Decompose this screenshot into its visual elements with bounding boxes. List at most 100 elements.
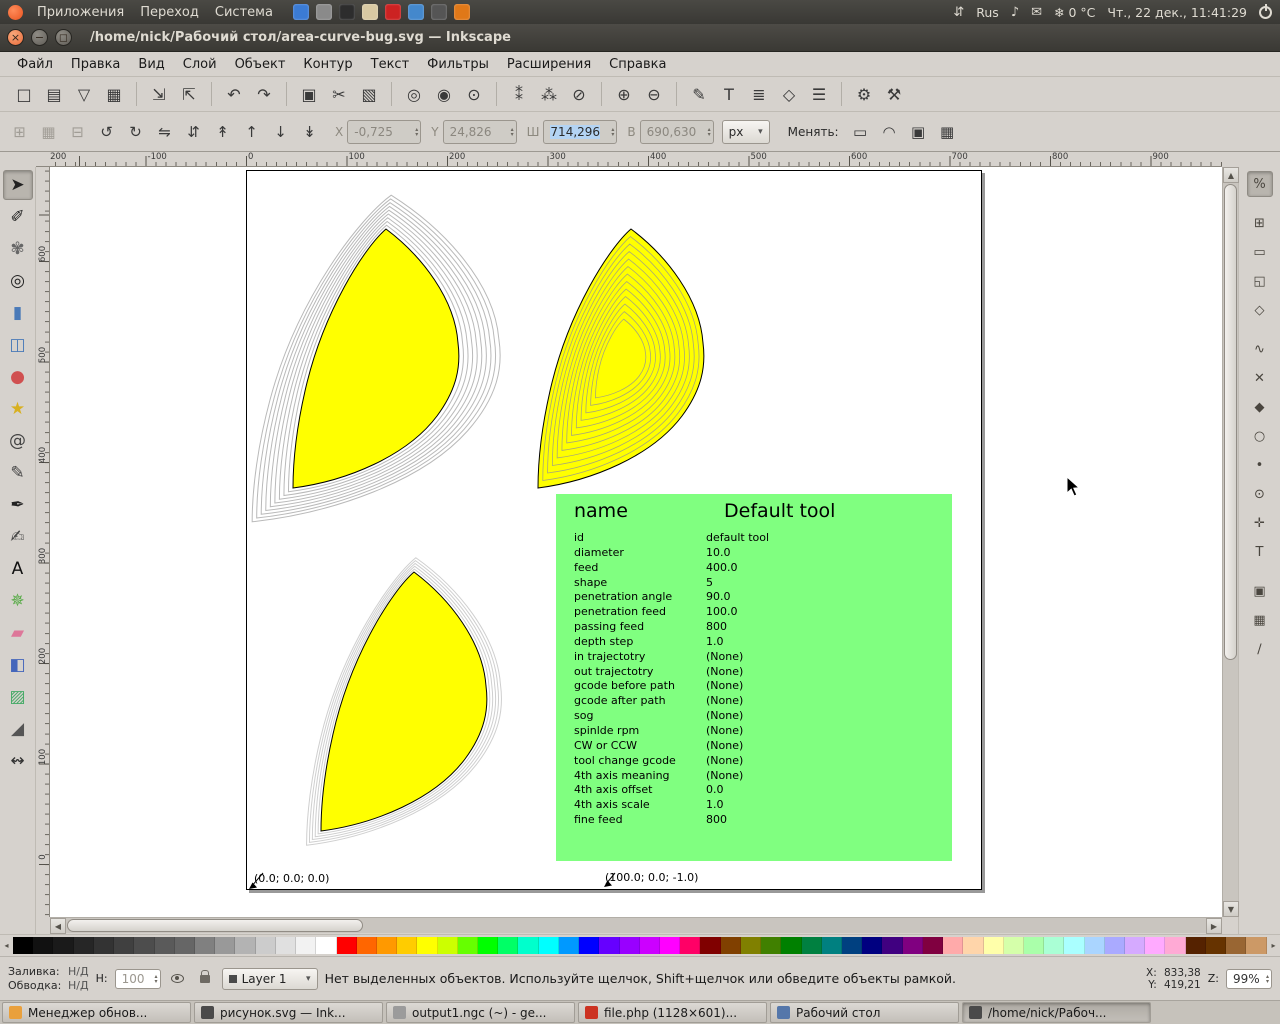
new-document-button[interactable]: □ — [10, 80, 38, 108]
spray-tool-button[interactable]: ✵ — [3, 586, 33, 616]
redo-button[interactable]: ↷ — [250, 80, 278, 108]
window-minimize-button[interactable]: − — [31, 29, 48, 46]
export-button[interactable]: ⇱ — [175, 80, 203, 108]
palette-swatch[interactable] — [720, 937, 741, 954]
scale-stroke-toggle-button[interactable]: ▭ — [847, 118, 874, 145]
flip-horizontal-button[interactable]: ⇋ — [151, 118, 178, 145]
rotate-ccw-button[interactable]: ↺ — [93, 118, 120, 145]
spinner-arrows[interactable]: ▴ ▾ — [705, 126, 711, 137]
palette-swatch[interactable] — [1044, 937, 1065, 954]
create-clone-button[interactable]: ⁂ — [535, 80, 563, 108]
palette-swatch[interactable] — [518, 937, 539, 954]
mail-icon[interactable]: ✉ — [1031, 5, 1042, 20]
palette-swatch[interactable] — [781, 937, 802, 954]
pen-tool-button[interactable]: ✒ — [3, 490, 33, 520]
window-close-button[interactable]: × — [7, 29, 24, 46]
palette-swatch[interactable] — [498, 937, 519, 954]
horizontal-scrollbar[interactable]: ◀ ▶ — [50, 917, 1222, 934]
horizontal-ruler[interactable]: -200 -100 0 100 200 300 400 500 600 700 800 900 — [50, 152, 1222, 167]
zoom-input[interactable]: 99% ▴ ▾ — [1226, 968, 1272, 989]
snap-smooth-nodes-button[interactable]: ○ — [1247, 423, 1273, 449]
y-position-input[interactable]: 24,826 ▴ ▾ — [442, 119, 517, 144]
height-input[interactable]: 690,630 ▴ ▾ — [639, 119, 714, 144]
paint-bucket-tool-button[interactable]: ◧ — [3, 650, 33, 680]
power-icon[interactable] — [1259, 3, 1272, 19]
firefox-icon[interactable] — [292, 4, 309, 20]
menu-path[interactable]: Контур — [294, 54, 361, 75]
menu-text[interactable]: Текст — [362, 54, 419, 75]
snap-guides-button[interactable]: ∕ — [1247, 636, 1273, 662]
zoom-to-drawing-button[interactable]: ◉ — [430, 80, 458, 108]
flip-vertical-button[interactable]: ⇵ — [180, 118, 207, 145]
layer-dropdown[interactable]: Layer 1 ▾ — [221, 967, 318, 990]
palette-swatch[interactable] — [255, 937, 276, 954]
layer-visibility-toggle[interactable] — [168, 969, 188, 989]
ellipse-tool-button[interactable]: ● — [3, 362, 33, 392]
palette-swatch[interactable] — [619, 937, 640, 954]
scale-corners-toggle-button[interactable]: ◠ — [876, 118, 903, 145]
palette-swatch[interactable] — [397, 937, 418, 954]
evolution-mail-icon[interactable] — [315, 4, 332, 20]
yellow-shape-2[interactable] — [537, 228, 705, 489]
select-all-layers-button[interactable]: ▦ — [35, 118, 62, 145]
vertical-ruler[interactable]: 600 500 400 300 200 100 0 — [36, 167, 50, 917]
palette-scroll-right-icon[interactable]: ▸ — [1267, 937, 1280, 954]
document-properties-button[interactable]: ⚒ — [880, 80, 908, 108]
scroll-down-icon[interactable]: ▼ — [1223, 901, 1239, 917]
horizontal-scrollbar-thumb[interactable] — [67, 919, 363, 932]
panel-menu-applications[interactable]: Приложения — [29, 3, 132, 22]
rotate-cw-button[interactable]: ↻ — [122, 118, 149, 145]
palette-swatch[interactable] — [538, 937, 559, 954]
undo-button[interactable]: ↶ — [220, 80, 248, 108]
palette-swatch[interactable] — [1165, 937, 1186, 954]
palette-swatch[interactable] — [215, 937, 236, 954]
snap-nodes-button[interactable]: ◇ — [1247, 297, 1273, 323]
spin-down-icon[interactable]: ▾ — [415, 131, 418, 137]
palette-swatch[interactable] — [93, 937, 115, 954]
text-dialog-button[interactable]: T — [715, 80, 743, 108]
star-tool-button[interactable]: ★ — [3, 394, 33, 424]
snap-object-centers-button[interactable]: ⊙ — [1247, 481, 1273, 507]
palette-swatch[interactable] — [558, 937, 580, 954]
zoom-to-selection-button[interactable]: ◎ — [400, 80, 428, 108]
palette-swatch[interactable] — [1003, 937, 1024, 954]
palette-swatch[interactable] — [1205, 937, 1227, 954]
snap-enable-button[interactable]: % — [1246, 171, 1273, 197]
inkscape-launcher-icon[interactable] — [430, 4, 447, 20]
spinner-arrows[interactable]: ▴ ▾ — [412, 126, 418, 137]
network-icon[interactable]: ⇵ — [953, 5, 964, 20]
palette-scroll-left-icon[interactable]: ◂ — [0, 937, 13, 954]
palette-swatch[interactable] — [680, 937, 701, 954]
palette-swatch[interactable] — [457, 937, 479, 954]
lower-button[interactable]: ↓ — [267, 118, 294, 145]
dropper-tool-button[interactable]: ◢ — [3, 714, 33, 744]
snap-page-border-button[interactable]: ▣ — [1247, 578, 1273, 604]
openoffice-icon[interactable] — [384, 4, 401, 20]
palette-swatch[interactable] — [235, 937, 256, 954]
unlink-clone-button[interactable]: ⊘ — [565, 80, 593, 108]
import-button[interactable]: ⇲ — [145, 80, 173, 108]
screenshot-tool-icon[interactable] — [361, 4, 378, 20]
stroke-value[interactable]: Н/Д — [68, 979, 89, 992]
snap-text-baselines-button[interactable]: T — [1247, 539, 1273, 565]
palette-swatch[interactable] — [437, 937, 458, 954]
spin-down-icon[interactable]: ▾ — [1266, 978, 1269, 984]
palette-swatch[interactable] — [862, 937, 883, 954]
snap-midpoints-button[interactable]: • — [1247, 452, 1273, 478]
snap-rotation-centers-button[interactable]: ✛ — [1247, 510, 1273, 536]
rhythmbox-icon[interactable] — [453, 4, 470, 20]
yellow-shape-1[interactable] — [292, 228, 460, 489]
palette-swatch[interactable] — [194, 937, 216, 954]
width-input[interactable]: 714,296 ▴ ▾ — [543, 119, 618, 144]
panel-menu-places[interactable]: Переход — [132, 3, 207, 22]
layers-dialog-button[interactable]: ≣ — [745, 80, 773, 108]
palette-swatch[interactable] — [943, 937, 964, 954]
palette-swatch[interactable] — [53, 937, 74, 954]
page[interactable]: name Default tool id default tool diameter… — [246, 170, 982, 890]
palette-swatch[interactable] — [296, 937, 317, 954]
snap-path-intersections-button[interactable]: ✕ — [1247, 365, 1273, 391]
palette-swatch[interactable] — [841, 937, 863, 954]
snap-bbox-corners-button[interactable]: ◱ — [1247, 268, 1273, 294]
spin-down-icon[interactable]: ▾ — [708, 131, 711, 137]
palette-swatch[interactable] — [417, 937, 438, 954]
